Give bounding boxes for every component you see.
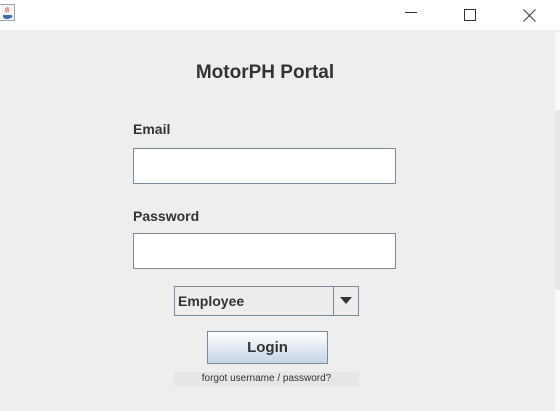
password-label: Password [133,208,200,224]
role-dropdown[interactable]: Employee [174,286,359,316]
role-selected-value: Employee [178,293,245,309]
dropdown-arrow-button[interactable] [333,287,358,315]
title-bar [0,0,560,30]
window-edge [555,32,560,110]
forgot-credentials-link[interactable]: forgot username / password? [174,372,359,386]
window-edge [555,110,560,290]
email-label: Email [133,121,171,137]
window-edge [555,290,560,411]
maximize-button[interactable] [447,0,493,30]
page-title: MotorPH Portal [195,62,335,83]
minimize-icon [405,12,417,13]
minimize-button[interactable] [388,0,434,30]
email-field[interactable] [133,148,396,184]
close-button[interactable] [506,0,552,30]
java-icon[interactable] [0,4,15,21]
login-button[interactable]: Login [207,331,328,364]
maximize-icon [464,9,476,21]
close-icon [523,9,536,22]
dropdown-arrow-icon [340,297,352,304]
password-field[interactable] [133,233,396,269]
